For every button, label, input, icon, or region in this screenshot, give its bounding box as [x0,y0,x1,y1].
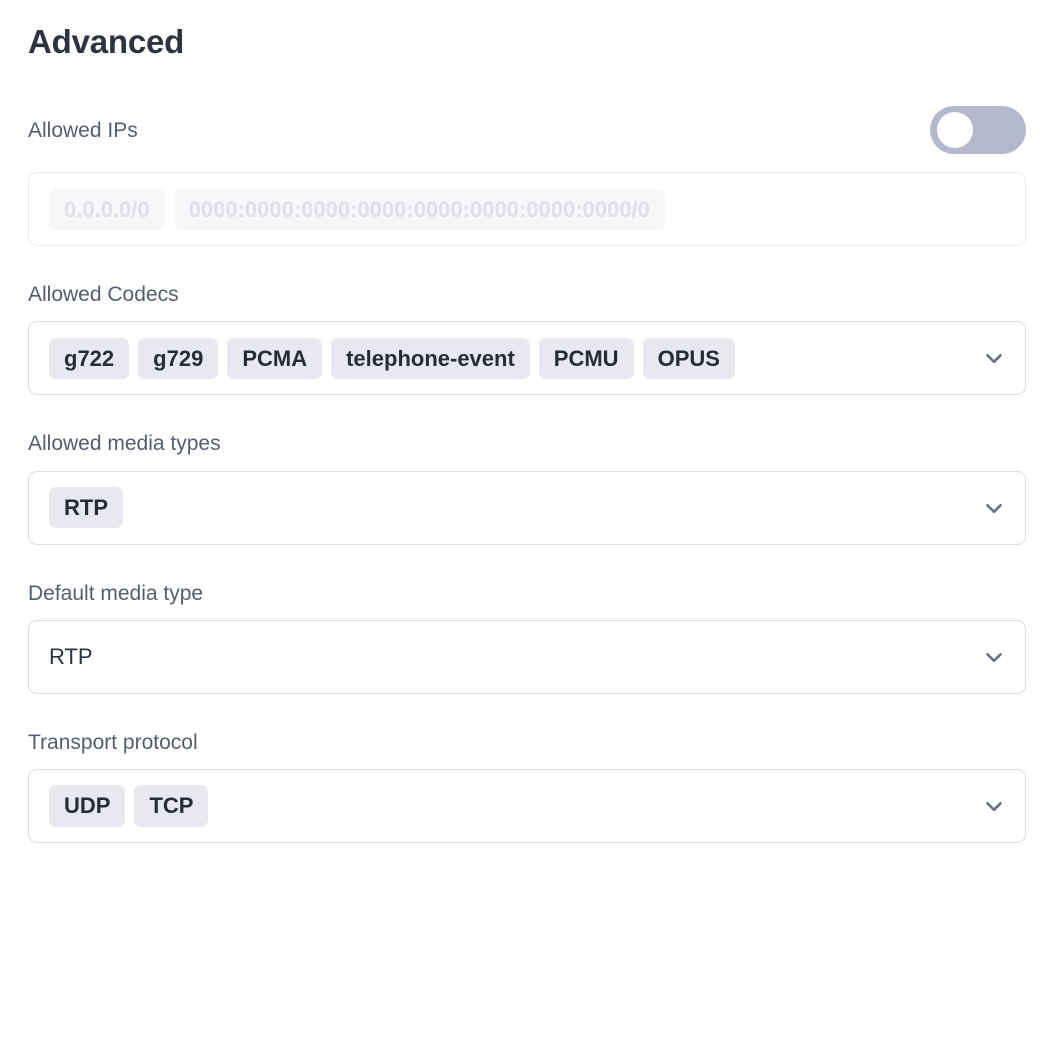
allowed-ips-toggle[interactable] [930,106,1026,155]
default-media-type-label: Default media type [28,581,204,605]
transport-protocol-label: Transport protocol [28,730,198,754]
field-group-allowed-ips: Allowed IPs 0.0.0.0/0 0000:0000:0000:000… [28,106,1026,247]
advanced-settings-panel: Advanced Allowed IPs 0.0.0.0/0 0000:0000… [0,0,1054,844]
transport-protocol-chip[interactable]: TCP [134,785,209,827]
allowed-ips-label-row: Allowed IPs [28,106,1026,155]
allowed-ips-label: Allowed IPs [28,118,138,142]
allowed-ips-placeholder-chips: 0.0.0.0/0 0000:0000:0000:0000:0000:0000:… [49,181,1009,239]
default-media-type-value: RTP [49,644,93,670]
allowed-ips-placeholder-ipv6: 0000:0000:0000:0000:0000:0000:0000:0000/… [173,188,665,231]
toggle-knob [937,112,973,149]
chevron-down-icon[interactable] [979,493,1009,523]
allowed-codecs-select[interactable]: g722 g729 PCMA telephone-event PCMU OPUS [28,321,1026,396]
codec-chip[interactable]: g722 [49,337,130,380]
codec-chip[interactable]: PCMU [538,337,634,380]
field-group-transport-protocol: Transport protocol UDP TCP [28,730,1026,844]
transport-protocol-chips: UDP TCP [49,777,969,835]
codec-chip[interactable]: g729 [138,337,219,380]
allowed-ips-placeholder-ipv4: 0.0.0.0/0 [49,188,165,231]
codec-chip[interactable]: OPUS [642,337,735,380]
transport-protocol-select[interactable]: UDP TCP [28,769,1026,844]
allowed-codecs-chips: g722 g729 PCMA telephone-event PCMU OPUS [49,330,969,388]
allowed-media-types-label: Allowed media types [28,432,221,456]
field-group-allowed-codecs: Allowed Codecs g722 g729 PCMA telephone-… [28,282,1026,396]
default-media-type-select[interactable]: RTP [28,619,1026,694]
media-type-chip[interactable]: RTP [49,486,123,529]
transport-protocol-chip[interactable]: UDP [49,785,126,827]
allowed-media-types-chips: RTP [49,479,969,537]
allowed-codecs-label: Allowed Codecs [28,283,179,307]
codec-chip[interactable]: telephone-event [331,337,530,380]
allowed-media-types-select[interactable]: RTP [28,470,1026,545]
chevron-down-icon[interactable] [979,791,1009,821]
field-group-allowed-media-types: Allowed media types RTP [28,431,1026,545]
chevron-down-icon[interactable] [979,642,1009,672]
chevron-down-icon[interactable] [979,343,1009,373]
field-group-default-media-type: Default media type RTP [28,581,1026,694]
page-title: Advanced [28,23,185,60]
codec-chip[interactable]: PCMA [227,337,323,380]
allowed-ips-input[interactable]: 0.0.0.0/0 0000:0000:0000:0000:0000:0000:… [28,172,1026,247]
